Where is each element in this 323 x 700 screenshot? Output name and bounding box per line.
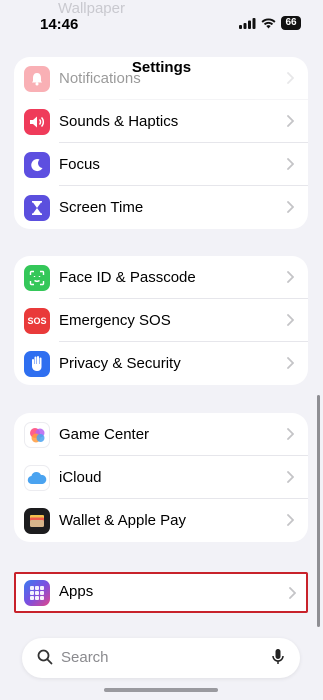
wallet-icon <box>24 507 50 534</box>
microphone-icon[interactable] <box>272 648 284 666</box>
chevron-right-icon <box>287 201 294 213</box>
scrolled-row-label: Wallpaper <box>58 0 125 17</box>
hand-icon <box>24 350 50 377</box>
settings-row-game-center[interactable]: Game Center <box>14 413 308 456</box>
home-indicator[interactable] <box>104 688 218 692</box>
settings-row-sounds-haptics[interactable]: Sounds & Haptics <box>14 100 308 143</box>
hourglass-icon <box>24 194 50 221</box>
status-icons: 66 <box>239 16 301 30</box>
game-center-icon <box>24 421 50 448</box>
wifi-icon <box>261 17 276 28</box>
chevron-right-icon <box>287 158 294 170</box>
speaker-icon <box>24 108 50 135</box>
settings-row-privacy-security[interactable]: Privacy & Security <box>14 342 308 385</box>
moon-icon <box>24 151 50 178</box>
settings-row-screen-time[interactable]: Screen Time <box>14 186 308 229</box>
chevron-right-icon <box>287 357 294 369</box>
sos-icon-text: SOS <box>27 315 47 326</box>
settings-group-notifications: Notifications Sounds & Haptics Focus Scr… <box>14 57 308 229</box>
cellular-signal-icon <box>239 17 256 29</box>
settings-row-label: iCloud <box>59 469 102 486</box>
apps-grid-icon <box>24 580 50 606</box>
settings-row-label: Apps <box>59 583 94 600</box>
search-field[interactable]: Search <box>22 638 300 678</box>
chevron-right-icon <box>287 428 294 440</box>
settings-group-security: Face ID & Passcode SOS Emergency SOS Pri… <box>14 256 308 385</box>
search-icon <box>37 649 53 665</box>
settings-row-label: Focus <box>59 156 100 173</box>
settings-row-label: Wallet & Apple Pay <box>59 512 187 529</box>
settings-row-label: Screen Time <box>59 199 144 216</box>
scrollbar[interactable] <box>317 395 320 627</box>
settings-row-emergency-sos[interactable]: SOS Emergency SOS <box>14 299 308 342</box>
chevron-right-icon <box>287 314 294 326</box>
face-id-icon <box>24 264 50 291</box>
chevron-right-icon <box>287 271 294 283</box>
settings-row-label: Emergency SOS <box>59 312 171 329</box>
settings-group-accounts: Game Center iCloud Wallet & Apple Pay <box>14 413 308 542</box>
settings-row-label: Game Center <box>59 426 150 443</box>
chevron-right-icon <box>289 587 296 599</box>
settings-row-icloud[interactable]: iCloud <box>14 456 308 499</box>
page-title: Settings <box>131 59 192 76</box>
cloud-icon <box>24 464 50 491</box>
chevron-right-icon <box>287 115 294 127</box>
chevron-right-icon <box>287 514 294 526</box>
settings-row-wallet[interactable]: Wallet & Apple Pay <box>14 499 308 542</box>
settings-row-face-id[interactable]: Face ID & Passcode <box>14 256 308 299</box>
status-time: 14:46 <box>40 16 79 33</box>
battery-indicator: 66 <box>281 16 301 30</box>
sos-icon: SOS <box>24 307 50 334</box>
status-bar: Wallpaper 14:46 66 <box>0 0 323 50</box>
settings-row-apps[interactable]: Apps <box>14 572 308 613</box>
settings-row-label: Privacy & Security <box>59 355 181 372</box>
search-placeholder: Search <box>61 649 109 666</box>
settings-row-label: Sounds & Haptics <box>59 113 179 130</box>
settings-row-label: Face ID & Passcode <box>59 269 196 286</box>
chevron-right-icon <box>287 471 294 483</box>
settings-row-focus[interactable]: Focus <box>14 143 308 186</box>
